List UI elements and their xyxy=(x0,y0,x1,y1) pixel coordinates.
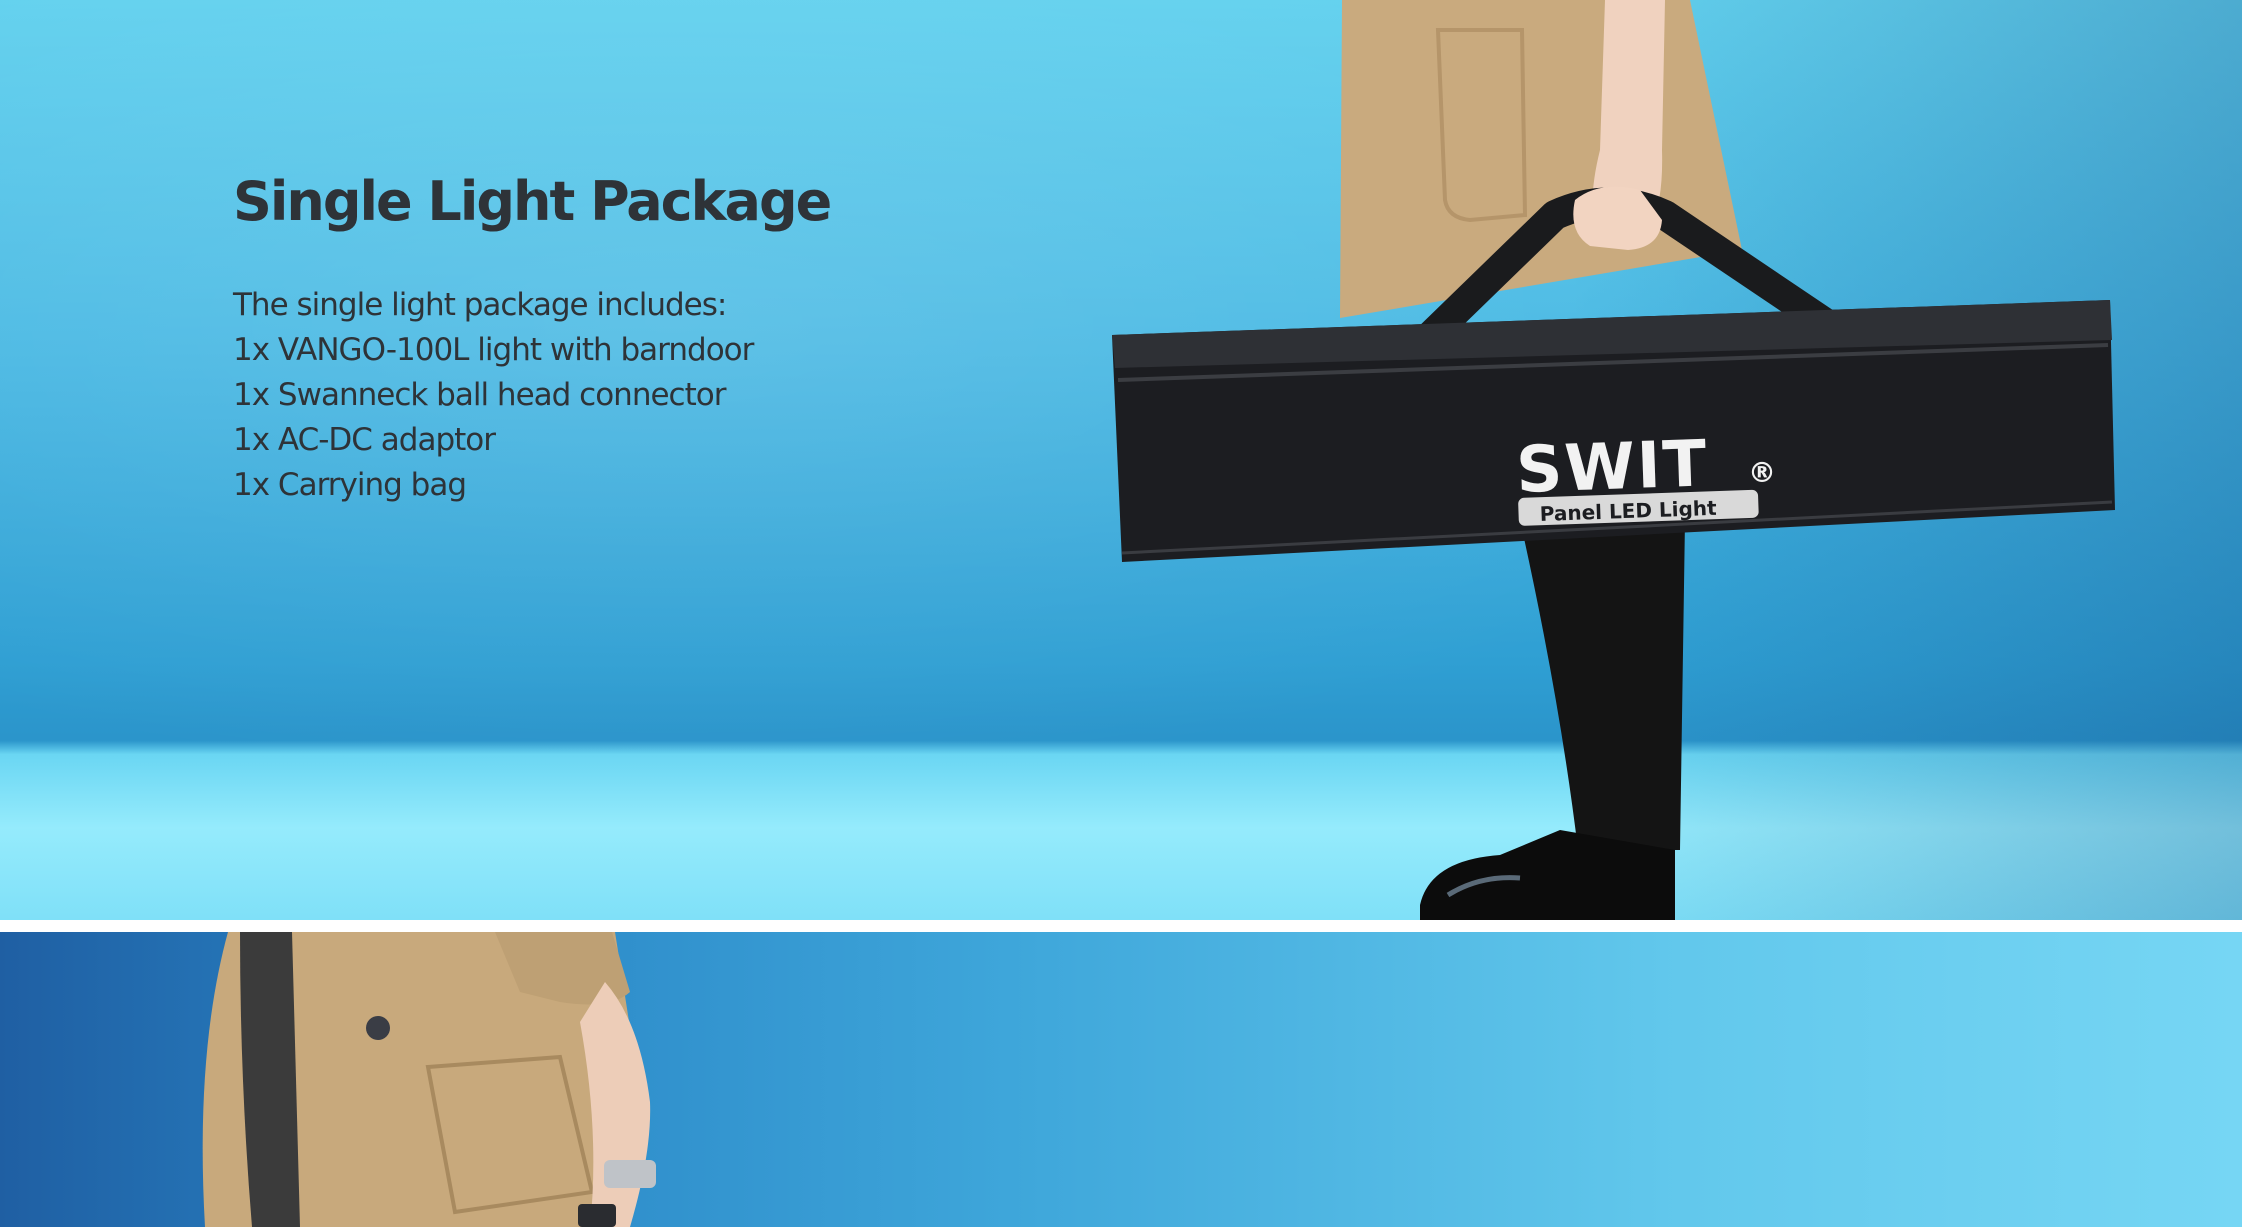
coat xyxy=(1340,0,1742,318)
phone xyxy=(578,1204,616,1227)
undershirt xyxy=(240,932,300,1227)
hero-panel-bottom xyxy=(0,932,2242,1227)
registered-mark: ® xyxy=(1748,456,1776,489)
person-in-coat-photo xyxy=(202,932,656,1227)
wristwatch xyxy=(604,1160,656,1188)
coat-button xyxy=(366,1016,390,1040)
person-carrying-bag-photo: SWIT ® Panel LED Light xyxy=(1112,0,2115,920)
shoe xyxy=(1420,830,1675,920)
hero-panel-top: Single Light Package The single light pa… xyxy=(0,0,2242,920)
trousers xyxy=(1520,520,1685,850)
panel-divider xyxy=(0,920,2242,932)
